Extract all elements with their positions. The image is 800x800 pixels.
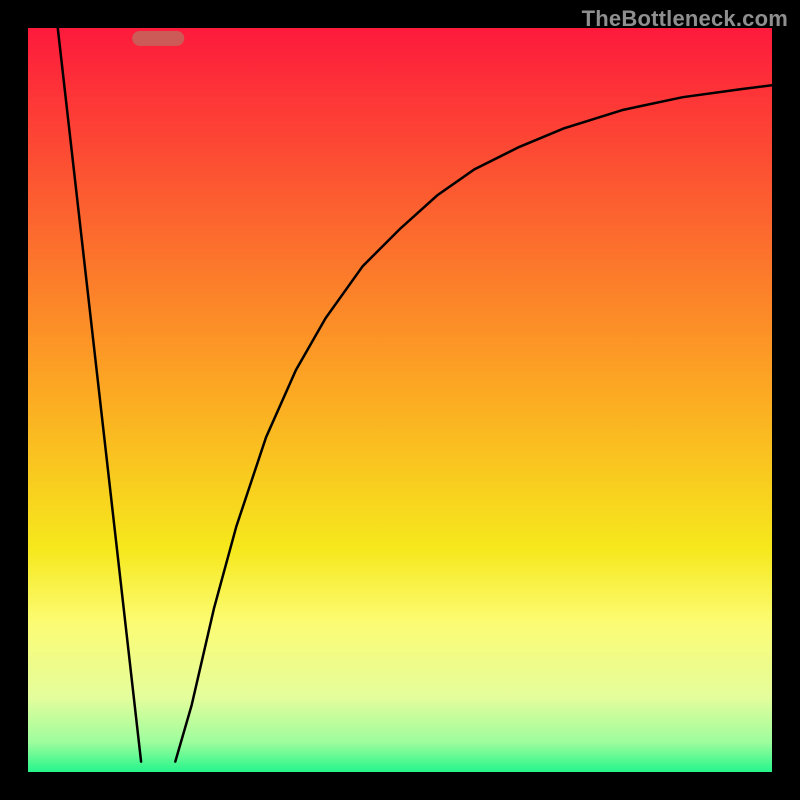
gradient-background (28, 28, 772, 772)
valley-marker (132, 31, 184, 46)
chart-frame: TheBottleneck.com (0, 0, 800, 800)
chart-svg (28, 28, 772, 772)
watermark-text: TheBottleneck.com (582, 6, 788, 32)
plot-area (28, 28, 772, 772)
